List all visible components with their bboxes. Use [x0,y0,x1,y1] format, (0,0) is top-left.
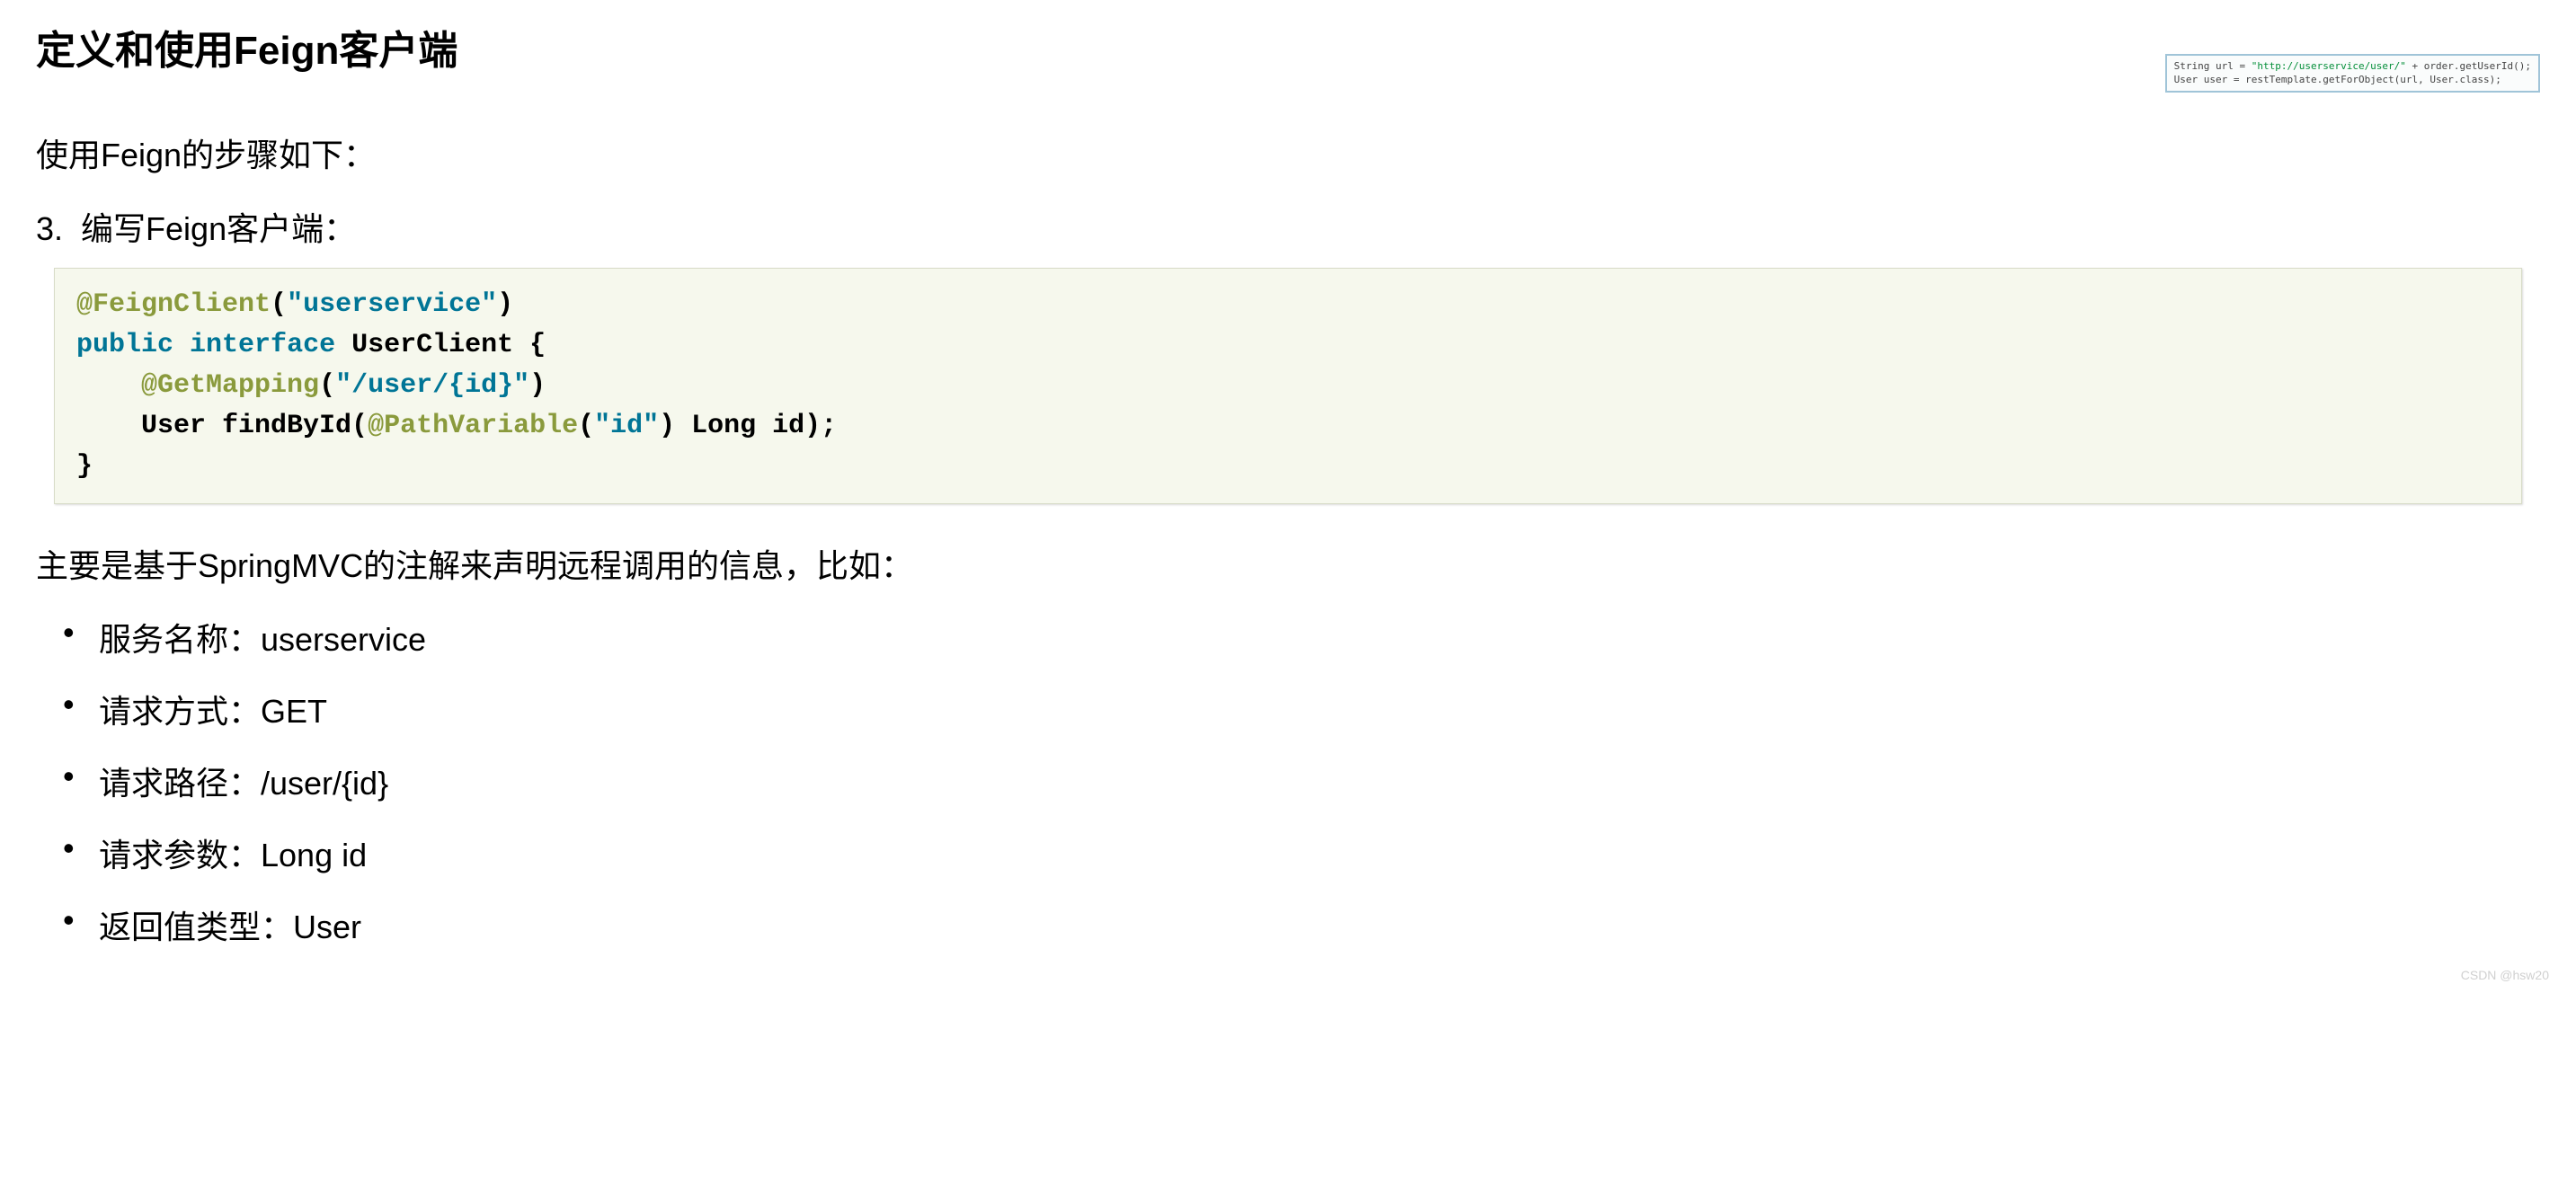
code-paren: ( [271,289,287,320]
snippet-line1-pre: String url = [2174,60,2252,72]
snippet-line2: User user = restTemplate.getForObject(ur… [2174,74,2501,85]
code-paren: ) [659,411,675,441]
code-ann-getmapping: @GetMapping [141,370,319,401]
list-item: 请求路径：/user/{id} [63,758,2540,804]
code-str-id: "id" [594,411,659,441]
code-ann-feignclient: @FeignClient [76,289,271,320]
code-str-path: "/user/{id}" [335,370,529,401]
code-kw-public: public [76,330,173,360]
bullet-list: 服务名称：userservice 请求方式：GET 请求路径：/user/{id… [36,614,2540,948]
list-item: 请求参数：Long id [63,829,2540,876]
watermark: CSDN @hsw20 [2461,968,2549,982]
step-number: 3. [36,210,63,247]
code-indent [76,370,141,401]
code-block: @FeignClient("userservice") public inter… [54,268,2522,504]
code-indent [76,411,141,441]
intro-text: 使用Feign的步骤如下： [36,129,2540,176]
code-classname: UserClient { [335,330,546,360]
code-close-brace: } [76,451,93,482]
step-line: 3. 编写Feign客户端： [36,203,2540,250]
code-snippet-reference: String url = "http://userservice/user/" … [2165,54,2540,93]
list-item: 请求方式：GET [63,686,2540,732]
code-paren: ( [578,411,594,441]
code-paren: ) [497,289,513,320]
step-text: 编写Feign客户端： [81,210,356,247]
code-kw-interface: interface [190,330,335,360]
code-ann-pathvariable: @PathVariable [368,411,578,441]
code-paren: ) [529,370,546,401]
description-text: 主要是基于SpringMVC的注解来声明远程调用的信息，比如： [36,540,2540,587]
list-item: 返回值类型：User [63,901,2540,948]
list-item: 服务名称：userservice [63,614,2540,660]
code-paren: ( [319,370,335,401]
code-str-userservice: "userservice" [287,289,497,320]
code-method-sig-pre: User findById( [141,411,368,441]
code-method-sig-post: Long id); [675,411,837,441]
snippet-line1-post: + order.getUserId(); [2406,60,2531,72]
snippet-line1-str: "http://userservice/user/" [2252,60,2406,72]
